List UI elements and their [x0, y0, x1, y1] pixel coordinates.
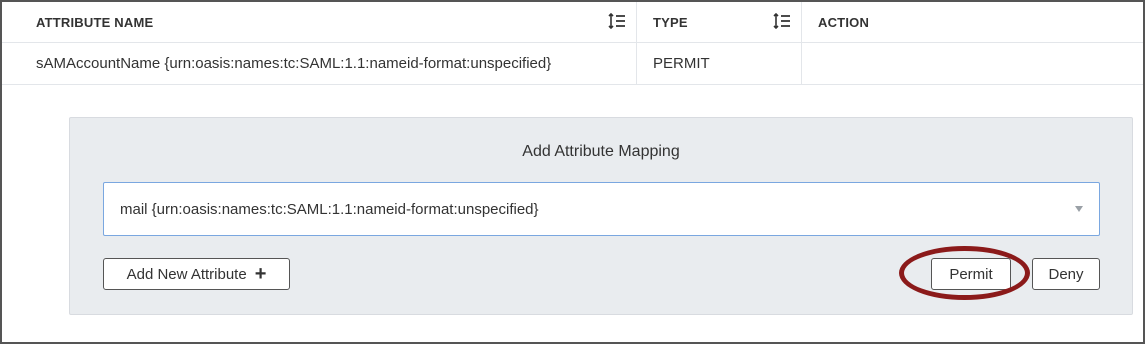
attribute-select-value: mail {urn:oasis:names:tc:SAML:1.1:nameid…: [120, 200, 539, 218]
attribute-mapping-frame: ATTRIBUTE NAME TYPE ACTION sAMAccountNam…: [0, 0, 1145, 344]
header-action: ACTION: [802, 2, 1143, 42]
add-new-attribute-label: Add New Attribute: [126, 265, 247, 283]
add-attribute-mapping-panel: Add Attribute Mapping mail {urn:oasis:na…: [69, 117, 1133, 315]
deny-button[interactable]: Deny: [1032, 258, 1100, 290]
sort-icon[interactable]: [608, 13, 626, 29]
permit-button[interactable]: Permit: [931, 258, 1011, 290]
row-action: [802, 43, 1143, 84]
header-attribute-name[interactable]: ATTRIBUTE NAME: [2, 2, 637, 42]
row-attribute-name: sAMAccountName {urn:oasis:names:tc:SAML:…: [2, 43, 637, 84]
header-type[interactable]: TYPE: [637, 2, 802, 42]
panel-title: Add Attribute Mapping: [522, 143, 680, 160]
header-action-label: ACTION: [818, 14, 870, 30]
sort-icon[interactable]: [773, 13, 791, 29]
table-header-row: ATTRIBUTE NAME TYPE ACTION: [2, 2, 1143, 43]
attribute-select[interactable]: mail {urn:oasis:names:tc:SAML:1.1:nameid…: [103, 182, 1100, 236]
header-attribute-name-label: ATTRIBUTE NAME: [36, 14, 154, 30]
row-type: PERMIT: [637, 43, 802, 84]
plus-icon: +: [254, 263, 267, 285]
attribute-table: ATTRIBUTE NAME TYPE ACTION sAMAccountNam…: [2, 2, 1143, 85]
chevron-down-icon[interactable]: [1075, 206, 1083, 212]
table-row: sAMAccountName {urn:oasis:names:tc:SAML:…: [2, 43, 1143, 85]
add-new-attribute-button[interactable]: Add New Attribute +: [103, 258, 290, 290]
header-type-label: TYPE: [653, 14, 688, 30]
